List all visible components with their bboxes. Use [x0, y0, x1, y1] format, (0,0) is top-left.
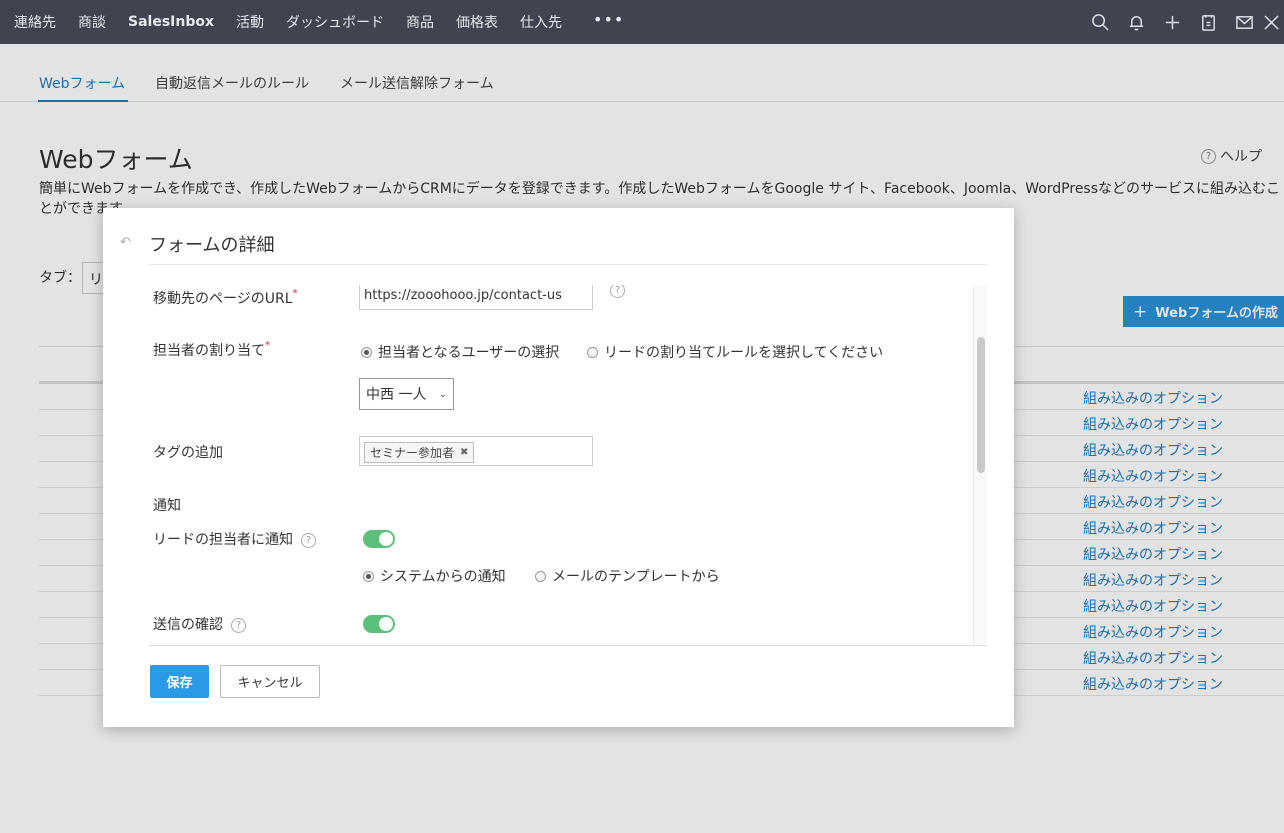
radio-button[interactable]	[363, 570, 374, 582]
bell-icon[interactable]	[1118, 0, 1154, 44]
redirect-url-label-text: 移動先のページのURL	[153, 291, 293, 307]
nav-item-price-books[interactable]: 価格表	[445, 12, 509, 32]
chevron-down-icon: ⌄	[438, 388, 447, 400]
help-icon[interactable]: ?	[610, 285, 625, 298]
tag-chip-label: セミナー参加者	[370, 446, 455, 460]
nav-item-salesinbox[interactable]: SalesInbox	[117, 14, 225, 30]
help-icon[interactable]: ?	[301, 533, 316, 548]
redirect-url-label: 移動先のページのURL*	[153, 288, 298, 308]
submission-confirmation-label: 送信の確認?	[153, 614, 246, 634]
nav-item-deals[interactable]: 商談	[67, 12, 117, 32]
nav-icon-group	[1082, 0, 1284, 44]
radio-button[interactable]	[535, 570, 546, 582]
notify-option-template-label: メールのテンプレートから	[552, 569, 720, 585]
owner-assignment-label-text: 担当者の割り当て	[153, 343, 265, 359]
undo-icon[interactable]: ↶	[120, 235, 131, 250]
nav-item-contacts[interactable]: 連絡先	[0, 12, 67, 32]
owner-user-select[interactable]: 中西 一人 ⌄	[359, 378, 454, 410]
owner-option-user-label: 担当者となるユーザーの選択	[378, 345, 560, 361]
owner-option-user[interactable]: 担当者となるユーザーの選択	[361, 342, 559, 362]
owner-option-rule[interactable]: リードの割り当てルールを選択してください	[587, 342, 883, 362]
modal-title-divider	[149, 264, 987, 265]
redirect-url-input[interactable]: https://zooohooo.jp/contact-us	[359, 285, 593, 310]
settings-icon[interactable]	[1262, 0, 1284, 44]
save-button[interactable]: 保存	[150, 665, 209, 698]
nav-item-products[interactable]: 商品	[395, 12, 445, 32]
radio-button[interactable]	[587, 346, 598, 358]
plus-icon[interactable]	[1154, 0, 1190, 44]
notify-owner-label: リードの担当者に通知?	[153, 529, 316, 549]
nav-item-activities[interactable]: 活動	[225, 12, 275, 32]
modal-title: フォームの詳細	[149, 235, 275, 256]
required-mark: *	[265, 340, 270, 351]
calendar-icon[interactable]	[1190, 0, 1226, 44]
help-icon[interactable]: ?	[231, 618, 246, 633]
tags-input[interactable]: セミナー参加者 ✖	[359, 436, 593, 466]
tags-label: タグの追加	[153, 445, 223, 461]
nav-item-vendors[interactable]: 仕入先	[509, 12, 573, 32]
submission-confirmation-toggle[interactable]	[363, 615, 395, 633]
remove-tag-icon[interactable]: ✖	[460, 447, 468, 458]
notify-owner-label-text: リードの担当者に通知	[153, 532, 293, 548]
submission-confirmation-label-text: 送信の確認	[153, 617, 223, 633]
form-scroll-area[interactable]: 移動先のページのURL* https://zooohooo.jp/contact…	[149, 285, 987, 646]
notify-option-system-label: システムからの通知	[380, 569, 506, 585]
nav-item-dashboard[interactable]: ダッシュボード	[275, 12, 395, 32]
form-details-modal: ↶ フォームの詳細 移動先のページのURL* https://zooohooo.…	[103, 208, 1014, 727]
cancel-button[interactable]: キャンセル	[220, 665, 320, 698]
more-menu-icon[interactable]: •••	[573, 10, 644, 29]
mail-icon[interactable]	[1226, 0, 1262, 44]
notify-option-system[interactable]: システムからの通知	[363, 566, 506, 586]
top-navigation-bar: 連絡先 商談 SalesInbox 活動 ダッシュボード 商品 価格表 仕入先 …	[0, 0, 1284, 44]
required-mark: *	[292, 288, 298, 299]
radio-button[interactable]	[361, 346, 372, 358]
notification-section-title: 通知	[153, 498, 181, 514]
owner-assignment-label: 担当者の割り当て*	[153, 340, 270, 360]
notify-owner-toggle[interactable]	[363, 530, 395, 548]
scrollbar-thumb[interactable]	[977, 337, 985, 473]
tag-chip: セミナー参加者 ✖	[364, 442, 475, 463]
scrollbar[interactable]	[973, 285, 987, 645]
search-icon[interactable]	[1082, 0, 1118, 44]
owner-user-value: 中西 一人	[366, 387, 427, 403]
owner-option-rule-label: リードの割り当てルールを選択してください	[604, 345, 884, 361]
notify-option-template[interactable]: メールのテンプレートから	[535, 566, 720, 586]
